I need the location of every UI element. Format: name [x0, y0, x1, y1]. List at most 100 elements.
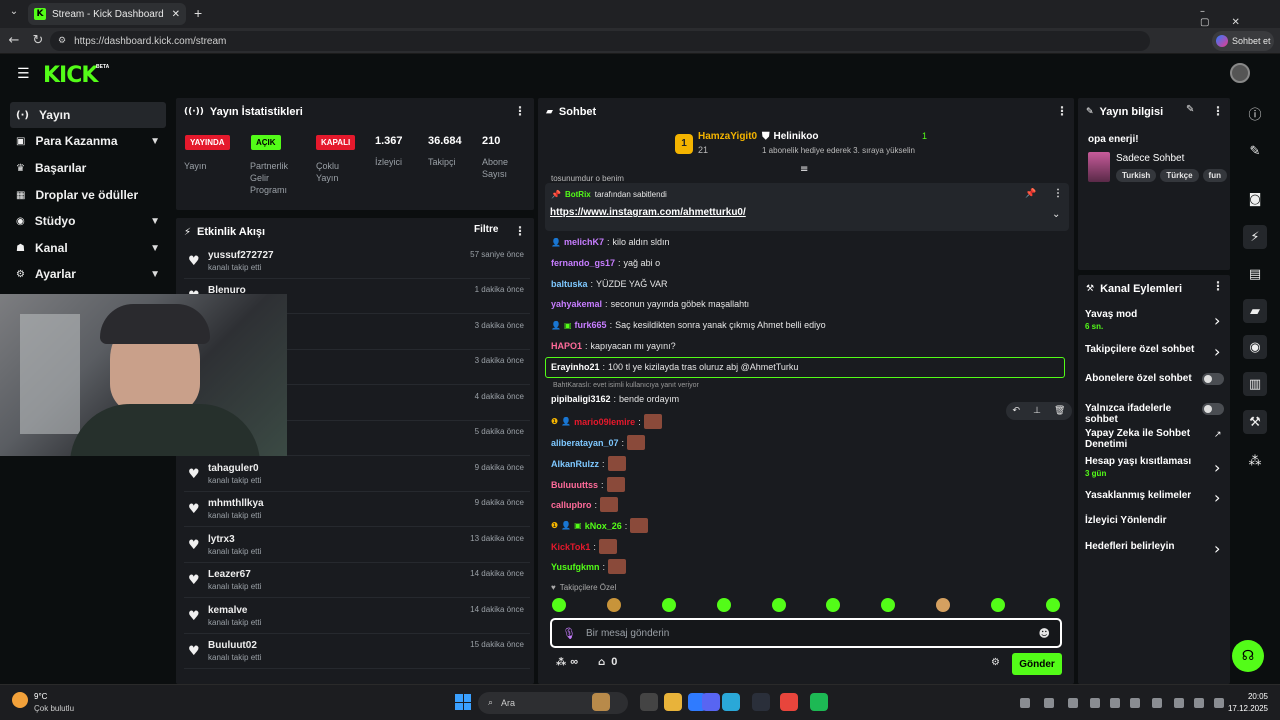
stream-info-menu-icon[interactable]: ⋮ — [1212, 104, 1224, 118]
chat-message[interactable]: HAPO1: kapıyacan mı yayını? — [551, 341, 676, 351]
spotify-app-icon[interactable] — [810, 693, 828, 711]
chat-message[interactable]: 👤 ▣ furk665: Saç kesildikten sonra yanak çı… — [551, 320, 826, 330]
steam-app-icon[interactable] — [752, 693, 770, 711]
chat-username[interactable]: Buluuuttss — [551, 480, 598, 490]
chat-message[interactable]: yahyakemal: seconun yayında göbek maşalla… — [551, 299, 749, 309]
folder-app-icon[interactable] — [664, 693, 682, 711]
activity-user[interactable]: yussuf272727 — [208, 250, 274, 261]
system-tray-icon[interactable] — [1044, 698, 1054, 708]
url-field[interactable]: ⚙ https://dashboard.kick.com/stream — [50, 31, 1150, 51]
chevron-right-icon[interactable]: › — [1214, 342, 1220, 361]
sidebar-item-studyo[interactable]: ◉ Stüdyo ▼ — [10, 208, 166, 234]
activity-user[interactable]: mhmthllkya — [208, 498, 264, 509]
emote-button[interactable] — [881, 598, 896, 612]
delete-icon[interactable]: 🗑 — [1054, 406, 1065, 416]
activity-user[interactable]: lytrx3 — [208, 534, 235, 545]
explorer-app-icon[interactable] — [640, 693, 658, 711]
site-info-icon[interactable]: ⚙ — [58, 36, 66, 46]
chrome-app-icon[interactable] — [780, 693, 798, 711]
chat-message[interactable]: ❶ 👤 mario09lemire: — [551, 414, 662, 429]
system-tray-icon[interactable] — [1194, 698, 1204, 708]
channel-action-item[interactable]: Yapay Zeka ile Sohbet Denetimi — [1085, 428, 1203, 450]
edge-app-icon[interactable] — [722, 693, 740, 711]
chat-username[interactable]: KickTok1 — [551, 542, 590, 552]
files-app-icon[interactable] — [592, 693, 610, 711]
sidebar-item-droplar[interactable]: ▦ Droplar ve ödüller — [10, 182, 166, 208]
sidebar-item-yayin[interactable]: (·) Yayın — [10, 102, 166, 128]
kick-logo[interactable]: KICK — [43, 63, 98, 88]
external-link-icon[interactable]: ↗ — [1214, 430, 1222, 440]
chat-username[interactable]: kNox_26 — [585, 521, 622, 531]
undo-icon[interactable]: ↶ — [1013, 406, 1021, 416]
pinned-link[interactable]: https://www.instagram.com/ahmetturku0/ — [550, 207, 746, 218]
sidebar-item-basarilar[interactable]: ♛ Başarılar — [10, 155, 166, 181]
gifted-user[interactable]: ⛊ Helinikoo — [762, 131, 819, 142]
system-tray-icon[interactable] — [1130, 698, 1140, 708]
chat-username[interactable]: furk665 — [575, 320, 607, 330]
activity-row[interactable]: ♥ tahaguler0 kanalı takip etti 9 dakika … — [184, 457, 530, 492]
reload-icon[interactable]: ↻ — [30, 33, 46, 48]
chat-username[interactable]: fernando_gs17 — [551, 258, 615, 268]
user-avatar[interactable] — [1230, 63, 1250, 83]
help-button[interactable]: ☊ — [1232, 640, 1264, 672]
channel-action-item[interactable]: Abonelere özel sohbet — [1085, 373, 1203, 384]
edit-icon[interactable]: ✎ — [1243, 139, 1267, 163]
system-tray-icon[interactable] — [1068, 698, 1078, 708]
edit-icon[interactable]: ✎ — [1186, 104, 1194, 115]
chat-message[interactable]: callupbro: — [551, 497, 619, 512]
chat-username[interactable]: mario09lemire — [574, 417, 635, 427]
emote-button[interactable] — [716, 598, 731, 612]
chat-username[interactable]: callupbro — [551, 500, 592, 510]
chat-message[interactable]: pipibaligi3162: bende ordayım — [551, 394, 679, 404]
channel-actions-menu-icon[interactable]: ⋮ — [1212, 279, 1224, 293]
chevron-right-icon[interactable]: › — [1214, 488, 1220, 507]
activity-menu-icon[interactable]: ⋮ — [514, 224, 526, 238]
chevron-right-icon[interactable]: › — [1214, 311, 1220, 330]
system-tray-icon[interactable] — [1110, 698, 1120, 708]
tab-list-icon[interactable]: ⌄ — [6, 6, 22, 22]
emote-button[interactable] — [552, 598, 566, 612]
activity-user[interactable]: Leazer67 — [208, 569, 251, 580]
sidebar-item-para-kazanma[interactable]: ▣ Para Kazanma ▼ — [10, 128, 166, 154]
chevron-right-icon[interactable]: › — [1214, 539, 1220, 558]
windows-start-icon[interactable] — [455, 694, 471, 710]
chat-message[interactable]: KickTok1: — [551, 539, 617, 554]
chat-message[interactable]: Buluuuttss: — [551, 477, 625, 492]
activity-row[interactable]: ♥ kemalve kanalı takip etti 14 dakika ön… — [184, 599, 530, 634]
activity-row[interactable]: ♥ mhmthllkya kanalı takip etti 9 dakika … — [184, 492, 530, 527]
activity-row[interactable]: ♥ yussuf272727 kanalı takip etti 57 sani… — [184, 244, 530, 279]
discord-app-icon[interactable] — [702, 693, 720, 711]
chat-message[interactable]: baltuska: YÜZDE YAĞ VAR — [551, 279, 668, 289]
chat-message[interactable]: Yusufgkmn: — [551, 559, 627, 574]
hamburger-menu-icon[interactable]: ☰ — [17, 66, 30, 82]
chat-message[interactable]: fernando_gs17: yağ abi o — [551, 258, 660, 268]
channel-action-item[interactable]: Yalnızca ifadelerle sohbet — [1085, 403, 1203, 425]
channel-action-item[interactable]: Hesap yaşı kısıtlaması 3 gün — [1085, 456, 1203, 479]
chevron-right-icon[interactable]: › — [1214, 458, 1220, 477]
emote-button[interactable] — [661, 598, 676, 612]
chat-message[interactable]: AlkanRulzz: — [551, 456, 626, 471]
expand-icon[interactable]: ⌄ — [1052, 209, 1060, 220]
lightning-icon[interactable]: ⚡ — [1243, 225, 1267, 249]
unpin-icon[interactable]: 📌 — [1025, 189, 1036, 199]
chat-settings-icon[interactable]: ⚙ — [991, 657, 1000, 668]
store-button[interactable]: ⌂ 0 — [598, 656, 617, 668]
emote-button[interactable] — [991, 598, 1005, 612]
emote-button[interactable] — [606, 598, 621, 612]
close-tab-icon[interactable]: ✕ — [172, 9, 180, 20]
system-tray-icon[interactable] — [1020, 698, 1030, 708]
emote-button[interactable] — [936, 598, 951, 612]
chat-username[interactable]: pipibaligi3162 — [551, 394, 611, 404]
chat-icon[interactable]: ▰ — [1243, 299, 1267, 323]
browser-tab[interactable]: K Stream - Kick Dashboard ✕ — [28, 3, 186, 25]
system-tray-icon[interactable] — [1174, 698, 1184, 708]
microphone-icon[interactable]: 🎙 — [562, 627, 576, 640]
filter-button[interactable]: Filtre — [474, 224, 498, 235]
chat-username[interactable]: AlkanRulzz — [551, 459, 599, 469]
channel-action-item[interactable]: Yasaklanmış kelimeler — [1085, 490, 1203, 501]
emote-button[interactable] — [771, 598, 786, 612]
broadcast-icon[interactable]: ◉ — [1243, 335, 1267, 359]
top-gifter-name[interactable]: HamzaYigit0 — [698, 131, 757, 142]
activity-user[interactable]: tahaguler0 — [208, 463, 259, 474]
channel-action-item[interactable]: Yavaş mod 6 sn. — [1085, 309, 1203, 332]
